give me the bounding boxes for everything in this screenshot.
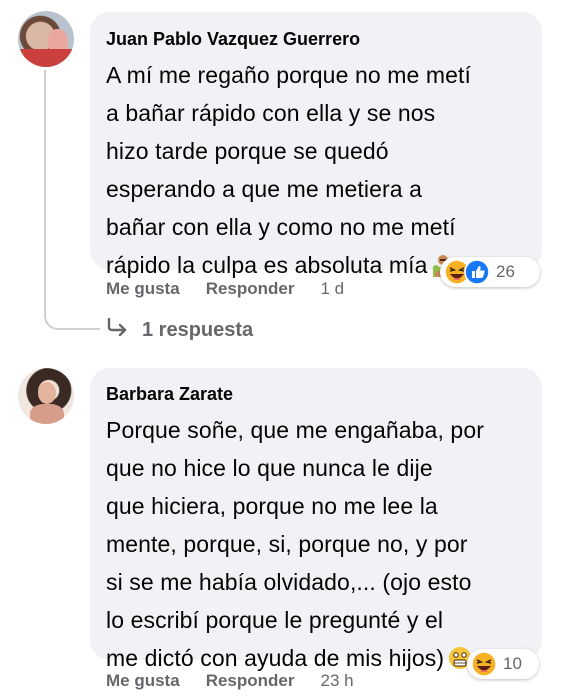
comment-line: hizo tarde porque se quedó — [106, 138, 389, 164]
comment-line: bañar con ella y como no me metí — [106, 214, 456, 240]
comment-timestamp[interactable]: 1 d — [320, 279, 344, 299]
reaction-summary[interactable]: 26 — [440, 257, 540, 287]
reaction-count: 26 — [496, 262, 515, 281]
avatar-shirt — [18, 49, 74, 67]
reply-button[interactable]: Responder — [206, 279, 295, 299]
comment-line: si se me había olvidado,... (ojo esto — [106, 569, 472, 595]
comment-line: A mí me regaño porque no me metí — [106, 62, 472, 88]
avatar[interactable] — [18, 368, 74, 424]
avatar[interactable] — [18, 11, 74, 67]
thread-connector-curve — [44, 296, 100, 330]
comment-text: Porque soñe, que me engañaba, por que no… — [106, 411, 526, 677]
comment-text: A mí me regaño porque no me metí a bañar… — [106, 56, 526, 284]
avatar-body — [30, 404, 64, 424]
comment-line: mente, porque, si, porque no, y por — [106, 531, 468, 557]
comment-bubble: Juan Pablo Vazquez Guerrero A mí me rega… — [90, 12, 542, 278]
comment-line: me dictó con ayuda de mis hijos) — [106, 645, 445, 671]
comment-timestamp[interactable]: 23 h — [320, 671, 353, 691]
comment-actions: Me gusta Responder 1 d — [106, 279, 344, 299]
like-button[interactable]: Me gusta — [106, 279, 180, 299]
comment-author[interactable]: Barbara Zarate — [106, 383, 526, 405]
reply-button[interactable]: Responder — [206, 671, 295, 691]
haha-icon — [471, 651, 497, 677]
comment-actions: Me gusta Responder 23 h — [106, 671, 354, 691]
reply-arrow-icon — [106, 317, 128, 342]
comment-line: lo escribí porque le pregunté y el — [106, 607, 444, 633]
comment-line: que no hice lo que nunca le dije — [106, 455, 433, 481]
reaction-count: 10 — [503, 654, 522, 673]
comment-bubble: Barbara Zarate Porque soñe, que me engañ… — [90, 368, 542, 671]
like-button[interactable]: Me gusta — [106, 671, 180, 691]
comment-author[interactable]: Juan Pablo Vazquez Guerrero — [106, 28, 526, 50]
comment-line: Porque soñe, que me engañaba, por — [106, 417, 484, 443]
comment-line: esperando a que me metiera a — [106, 176, 423, 202]
comment-line: a bañar rápido con ella y se nos — [106, 100, 436, 126]
view-replies-link[interactable]: 1 respuesta — [106, 317, 253, 342]
avatar-face — [38, 382, 56, 404]
thread-connector-line — [44, 70, 46, 318]
reaction-summary[interactable]: 10 — [467, 649, 539, 679]
comment-line: que hiciera, porque no me lee la — [106, 493, 438, 519]
like-icon — [464, 259, 490, 285]
comment-line: rápido la culpa es absoluta mía — [106, 252, 428, 278]
replies-count-label[interactable]: 1 respuesta — [142, 319, 253, 342]
